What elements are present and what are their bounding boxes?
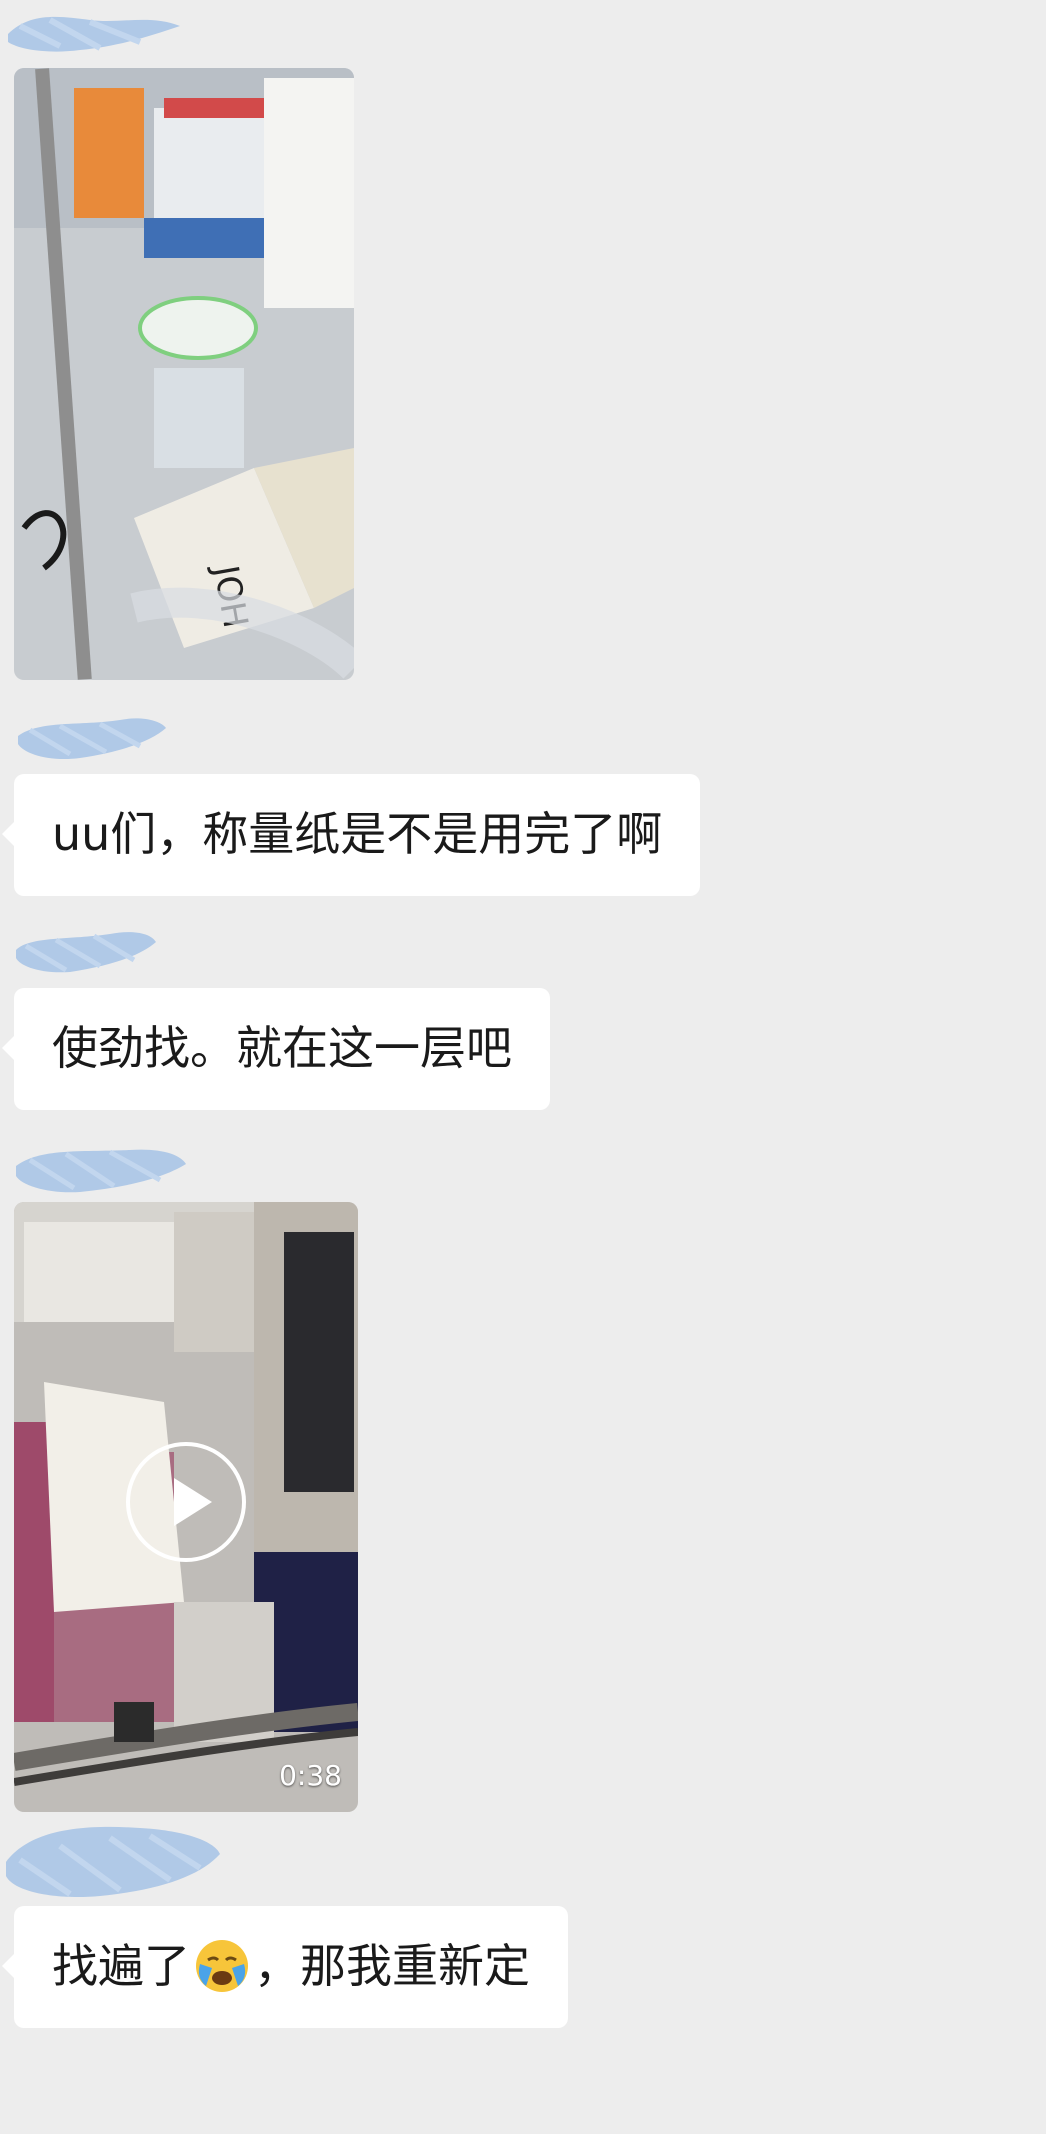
message-text: 使劲找。就在这一层吧: [52, 1021, 512, 1075]
image-message-lab-bench[interactable]: JOH: [14, 68, 354, 680]
message-bubble[interactable]: 找遍了 ，那我重新定: [2, 1906, 568, 2028]
video-duration: 0:38: [279, 1759, 342, 1792]
message-text-after: ，那我重新定: [254, 1939, 530, 1993]
message-bubble[interactable]: uu们，称量纸是不是用完了啊: [1, 774, 701, 896]
redacted-sender-name: [6, 1826, 220, 1898]
lab-photo: JOH: [14, 68, 354, 680]
message-bubble[interactable]: 使劲找。就在这一层吧: [2, 988, 550, 1110]
play-icon[interactable]: [126, 1442, 246, 1562]
redacted-sender-name: [18, 718, 166, 760]
redacted-sender-name: [16, 932, 156, 973]
video-message[interactable]: 0:38: [14, 1202, 358, 1812]
message-text-before: 找遍了: [52, 1939, 190, 1993]
message-text: uu们，称量纸是不是用完了啊: [52, 807, 663, 861]
crying-face-icon: [196, 1939, 248, 1992]
redacted-sender-name: [16, 1149, 186, 1193]
redacted-sender-name: [8, 16, 180, 52]
